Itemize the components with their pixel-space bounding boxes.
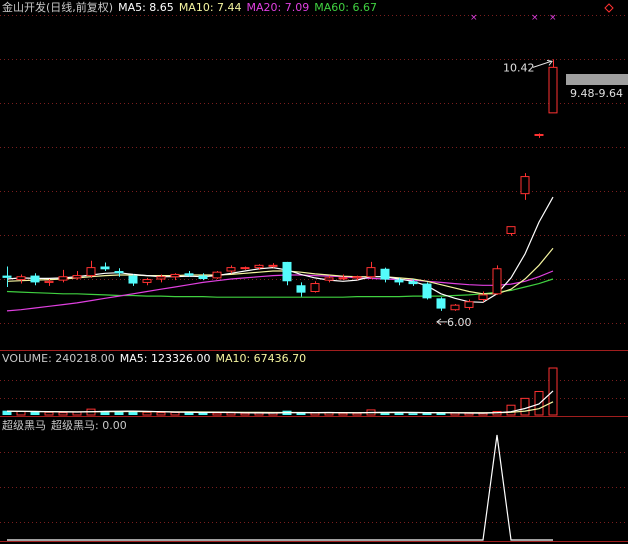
candle-up — [534, 133, 544, 136]
candle-up — [548, 66, 558, 114]
candle-up — [44, 280, 54, 283]
volume-bar-up — [170, 411, 180, 416]
candle-down — [408, 281, 418, 285]
volume-header: VOLUME: 240218.00 MA5: 123326.00 MA10: 674… — [2, 352, 311, 365]
volume-bar-down — [30, 411, 40, 415]
ma20-label: MA20: 7.09 — [246, 1, 310, 14]
price-tag-label: 9.48-9.64 — [570, 87, 623, 100]
volume-bar-up — [240, 412, 250, 416]
candle-up — [268, 264, 278, 267]
volume-bar-up — [338, 412, 348, 416]
volume-ma5-label: MA5: 123326.00 — [119, 352, 211, 365]
ma5-label: MA5: 8.65 — [118, 1, 174, 14]
volume-bar-up — [142, 411, 152, 416]
volume-bar-up — [352, 412, 362, 416]
candle-up — [170, 273, 180, 278]
candle-up — [142, 279, 152, 283]
volume-bar-down — [408, 413, 418, 415]
candle-down — [100, 266, 110, 270]
candle-up — [58, 276, 68, 281]
candle-up — [16, 276, 26, 281]
candle-up — [520, 176, 530, 195]
candle-down — [30, 275, 40, 283]
cross-marker-icon: × — [549, 13, 557, 23]
candle-down — [184, 273, 194, 276]
candle-up — [156, 276, 166, 280]
cross-marker-icon: × — [470, 13, 478, 23]
volume-bar-up — [520, 397, 530, 416]
price-tag-bar — [566, 74, 628, 85]
volume-bar-up — [226, 412, 236, 416]
indicator-name: 超级黑马 — [2, 419, 46, 432]
stock-title: 金山开发(日线,前复权) — [2, 1, 114, 14]
volume-bar-down — [422, 413, 432, 415]
ma60-label: MA60: 6.67 — [314, 1, 377, 14]
candle-up — [464, 301, 474, 308]
cross-marker-icon: × — [531, 13, 539, 23]
volume-label: VOLUME: 240218.00 — [2, 352, 115, 365]
price-header: 金山开发(日线,前复权) MA5: 8.65 MA10: 7.44 MA20: 7.0… — [2, 1, 382, 14]
candle-up — [506, 226, 516, 234]
candle-down — [282, 261, 292, 282]
candle-down — [128, 275, 138, 284]
volume-bar-up — [506, 404, 516, 416]
volume-bar-up — [58, 412, 68, 416]
volume-bar-up — [156, 412, 166, 416]
candle-down — [436, 298, 446, 309]
low-price-label: 6.00 — [447, 316, 472, 329]
candle-up — [366, 267, 376, 278]
candle-up — [240, 267, 250, 270]
volume-bar-down — [394, 413, 404, 415]
high-price-label: 10.42 — [503, 61, 535, 74]
candle-up — [478, 294, 488, 300]
candle-up — [226, 267, 236, 272]
candle-up — [310, 283, 320, 293]
candle-up — [254, 264, 264, 269]
candle-down — [296, 285, 306, 293]
candle-up — [352, 276, 362, 279]
stock-chart: 10.42 6.00 9.48-9.64 × × × — [0, 0, 628, 544]
candle-up — [86, 267, 96, 277]
candle-up — [72, 275, 82, 279]
candle-up — [324, 277, 334, 281]
volume-ma10-label: MA10: 67436.70 — [215, 352, 307, 365]
candle-down — [2, 275, 12, 278]
candle-up — [338, 277, 348, 280]
candle-down — [394, 279, 404, 283]
volume-bar-up — [44, 411, 54, 416]
volume-bar-up — [310, 412, 320, 416]
candle-up — [450, 304, 460, 311]
volume-bar-down — [128, 411, 138, 415]
candle-up — [212, 271, 222, 279]
indicator-header: 超级黑马 超级黑马: 0.00 — [2, 419, 132, 432]
candle-down — [114, 271, 124, 274]
candle-down — [198, 275, 208, 279]
indicator-value: 超级黑马: 0.00 — [51, 419, 127, 432]
volume-bar-up — [212, 412, 222, 416]
ma10-label: MA10: 7.44 — [178, 1, 242, 14]
candle-down — [380, 268, 390, 280]
candle-up — [492, 268, 502, 295]
candle-down — [422, 283, 432, 299]
